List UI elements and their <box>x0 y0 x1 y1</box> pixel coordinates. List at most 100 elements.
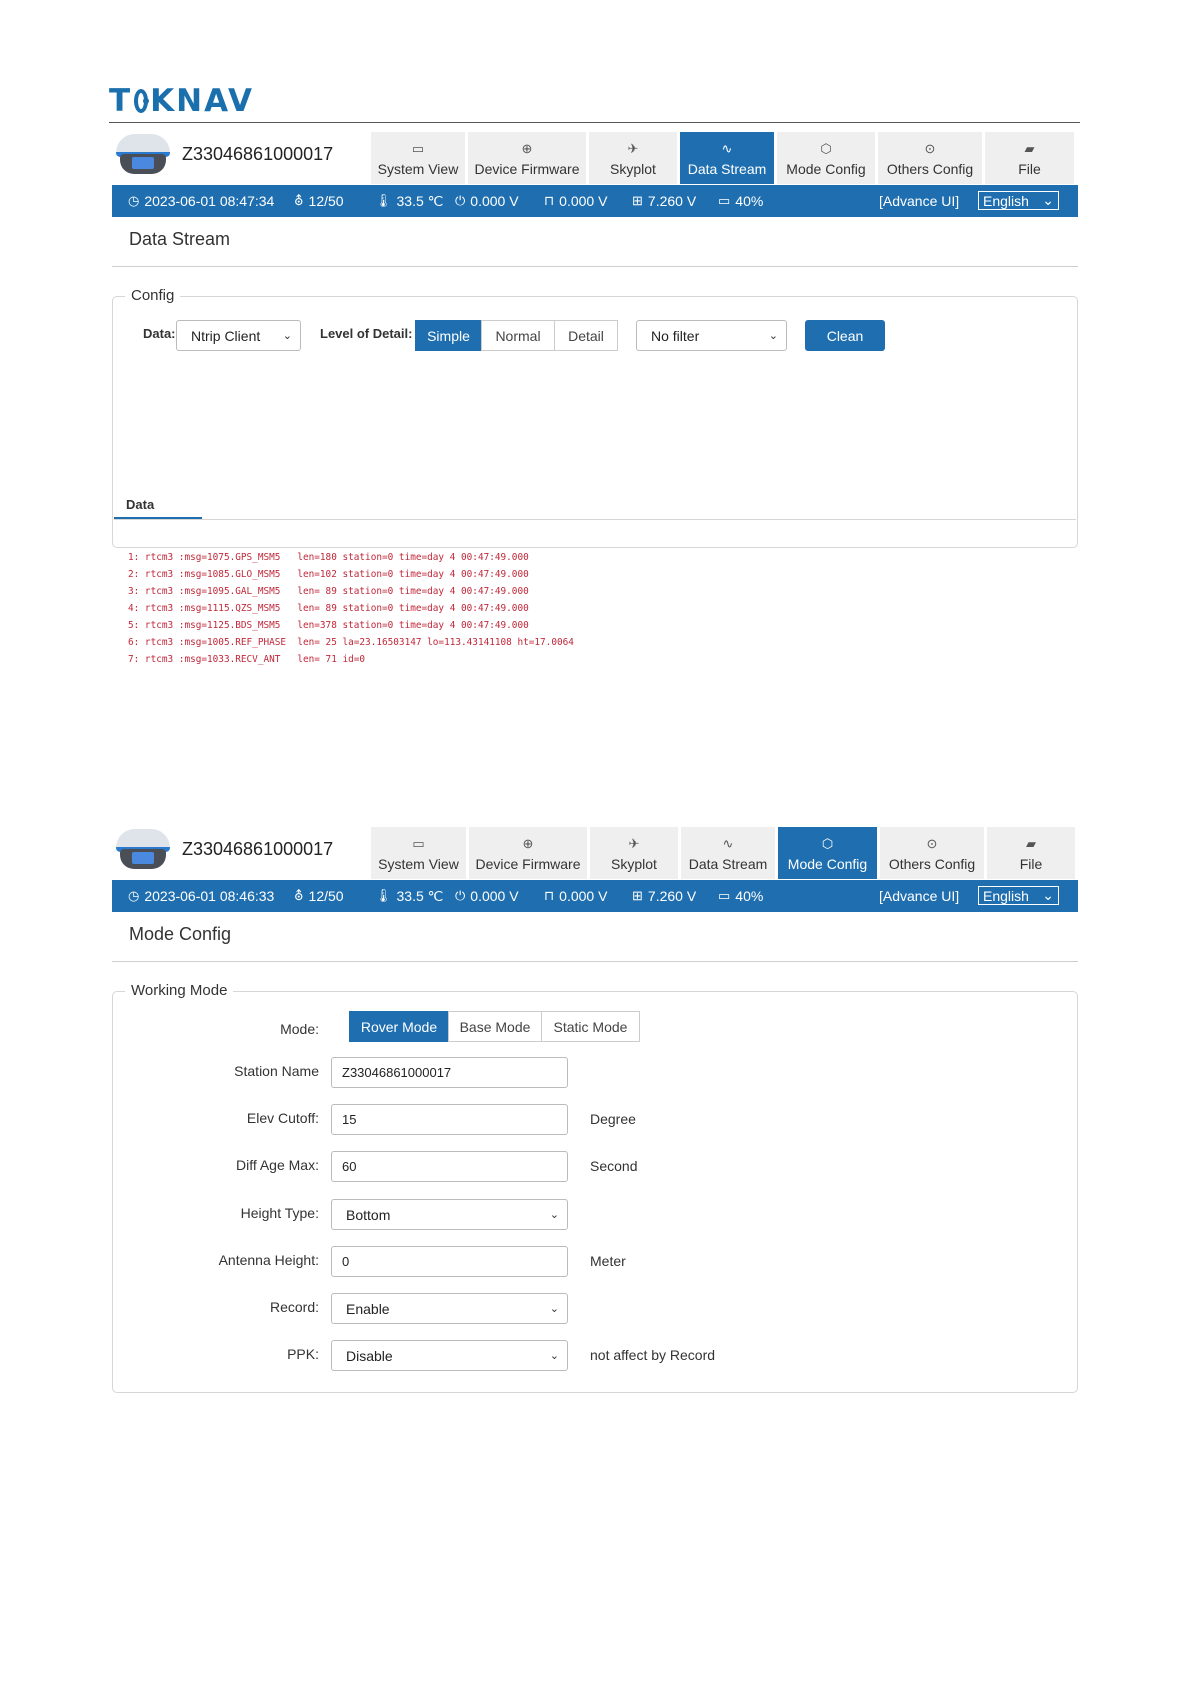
page-title: Data Stream <box>129 229 231 249</box>
log-line: 4: rtcm3 :msg=1115.QZS_MSM5 len= 89 stat… <box>128 603 529 614</box>
tab-others-config[interactable]: ⊙ Others Config <box>880 827 984 879</box>
main-tabs: ▭ System View ⊕ Device Firmware ✈ Skyplot ∿… <box>371 132 1077 184</box>
chevron-down-icon: ⌄ <box>282 330 292 342</box>
tab-device-firmware[interactable]: ⊕ Device Firmware <box>469 827 587 879</box>
more-icon: ⊙ <box>924 140 936 156</box>
antenna-height-unit: Meter <box>590 1253 626 1269</box>
status-temperature: 🌡 33.5 ℃ <box>375 192 444 209</box>
tab-data-stream[interactable]: ∿ Data Stream <box>680 132 774 184</box>
status-bar: ◷ 2023-06-01 08:47:34 ⛢ 12/50 🌡 33.5 ℃ ⏻ 0.0… <box>112 185 1078 217</box>
rover-mode-button[interactable]: Rover Mode <box>349 1011 449 1042</box>
antenna-height-label: Antenna Height: <box>218 1252 319 1268</box>
level-of-detail-group: Simple Normal Detail <box>415 320 618 351</box>
status-temperature: 🌡 33.5 ℃ <box>375 887 444 904</box>
plug-icon: ⊓ <box>544 193 555 208</box>
power-icon: ⏻ <box>455 888 466 903</box>
mode-label: Mode: <box>280 1021 319 1037</box>
folder-icon: ▰ <box>1024 140 1035 156</box>
station-name-input[interactable]: Z33046861000017 <box>331 1057 568 1088</box>
static-mode-button[interactable]: Static Mode <box>541 1011 640 1042</box>
working-mode-legend: Working Mode <box>125 982 234 999</box>
pulse-icon: ∿ <box>721 140 733 156</box>
tab-system-view[interactable]: ▭ System View <box>371 132 465 184</box>
device-serial: Z33046861000017 <box>182 143 334 164</box>
tab-skyplot[interactable]: ✈ Skyplot <box>589 132 677 184</box>
filter-select[interactable]: No filter ⌄ <box>636 320 787 351</box>
data-subtab[interactable]: Data <box>126 497 154 512</box>
chevron-down-icon: ⌄ <box>549 1209 559 1221</box>
plug-icon: ⊓ <box>544 888 555 903</box>
page-title: Mode Config <box>129 924 232 944</box>
status-satellites: ⛢ 12/50 <box>294 888 344 904</box>
ppk-note: not affect by Record <box>590 1347 716 1363</box>
station-name-label: Station Name <box>234 1063 319 1079</box>
height-type-select[interactable]: Bottom ⌄ <box>331 1199 568 1230</box>
chevron-down-icon: ⌄ <box>1042 192 1054 208</box>
device-serial: Z33046861000017 <box>182 838 334 859</box>
record-select[interactable]: Enable ⌄ <box>331 1293 568 1324</box>
chevron-down-icon: ⌄ <box>549 1303 559 1315</box>
gnss-receiver-image <box>112 134 174 174</box>
data-log: 1: rtcm3 :msg=1075.GPS_MSM5 len=180 stat… <box>128 549 574 668</box>
advance-ui-link[interactable]: [Advance UI] <box>879 880 959 912</box>
elev-cutoff-label: Elev Cutoff: <box>246 1110 319 1126</box>
status-bar: ◷ 2023-06-01 08:46:33 ⛢ 12/50 🌡 33.5 ℃ ⏻ 0.0… <box>112 880 1078 912</box>
tab-skyplot[interactable]: ✈ Skyplot <box>590 827 678 879</box>
data-source-select[interactable]: Ntrip Client ⌄ <box>176 320 301 351</box>
log-line: 1: rtcm3 :msg=1075.GPS_MSM5 len=180 stat… <box>128 552 529 563</box>
upload-icon: ⊕ <box>521 140 533 156</box>
monitor-icon: ▭ <box>412 835 425 851</box>
gear-icon <box>134 89 150 113</box>
tab-mode-config[interactable]: ⬡ Mode Config <box>778 827 877 879</box>
advance-ui-link[interactable]: [Advance UI] <box>879 185 959 217</box>
satellite-icon: ✈ <box>628 835 640 851</box>
clock-icon: ◷ <box>128 193 140 208</box>
satellite-dish-icon: ⛢ <box>294 888 304 903</box>
language-select[interactable]: English ⌄ <box>978 886 1059 905</box>
tab-file[interactable]: ▰ File <box>985 132 1074 184</box>
gnss-receiver-image <box>112 829 174 869</box>
satellite-dish-icon: ⛢ <box>294 193 304 208</box>
chevron-down-icon: ⌄ <box>1042 887 1054 903</box>
subtab-divider <box>114 519 1076 520</box>
mode-group: Rover Mode Base Mode Static Mode <box>349 1011 640 1042</box>
tab-mode-config[interactable]: ⬡ Mode Config <box>777 132 875 184</box>
cube-icon: ⬡ <box>820 140 832 156</box>
log-line: 6: rtcm3 :msg=1005.REF_PHASE len= 25 la=… <box>128 637 574 648</box>
tab-device-firmware[interactable]: ⊕ Device Firmware <box>468 132 586 184</box>
elev-cutoff-input[interactable]: 15 <box>331 1104 568 1135</box>
diff-age-unit: Second <box>590 1158 638 1174</box>
language-select[interactable]: English ⌄ <box>978 191 1059 210</box>
battery-icon: ▭ <box>718 193 731 208</box>
diff-age-input[interactable]: 60 <box>331 1151 568 1182</box>
header-divider <box>109 122 1080 123</box>
chevron-down-icon: ⌄ <box>768 330 778 342</box>
tab-others-config[interactable]: ⊙ Others Config <box>878 132 982 184</box>
title-divider <box>112 961 1078 962</box>
lod-detail-button[interactable]: Detail <box>554 320 618 351</box>
status-satellites: ⛢ 12/50 <box>294 193 344 209</box>
base-mode-button[interactable]: Base Mode <box>448 1011 542 1042</box>
log-line: 7: rtcm3 :msg=1033.RECV_ANT len= 71 id=0 <box>128 654 366 665</box>
status-voltage-1: ⏻ 0.000 V <box>455 888 519 904</box>
clock-icon: ◷ <box>128 888 140 903</box>
tab-data-stream[interactable]: ∿ Data Stream <box>681 827 775 879</box>
ppk-select[interactable]: Disable ⌄ <box>331 1340 568 1371</box>
logo-letters: KNAV <box>150 83 254 119</box>
thermometer-icon: 🌡 <box>375 193 392 208</box>
toknav-logo: T KNAV <box>109 83 254 119</box>
log-line: 5: rtcm3 :msg=1125.BDS_MSM5 len=378 stat… <box>128 620 529 631</box>
status-voltage-2: ⊓ 0.000 V <box>544 888 608 904</box>
antenna-height-input[interactable]: 0 <box>331 1246 568 1277</box>
upload-icon: ⊕ <box>522 835 534 851</box>
title-divider <box>112 266 1078 267</box>
status-time: ◷ 2023-06-01 08:46:33 <box>128 888 275 904</box>
lod-normal-button[interactable]: Normal <box>481 320 555 351</box>
status-battery-percent: ▭ 40% <box>718 193 764 209</box>
more-icon: ⊙ <box>926 835 938 851</box>
tab-file[interactable]: ▰ File <box>987 827 1075 879</box>
clean-button[interactable]: Clean <box>805 320 885 351</box>
tab-system-view[interactable]: ▭ System View <box>371 827 466 879</box>
record-label: Record: <box>269 1299 319 1315</box>
lod-simple-button[interactable]: Simple <box>415 320 482 351</box>
